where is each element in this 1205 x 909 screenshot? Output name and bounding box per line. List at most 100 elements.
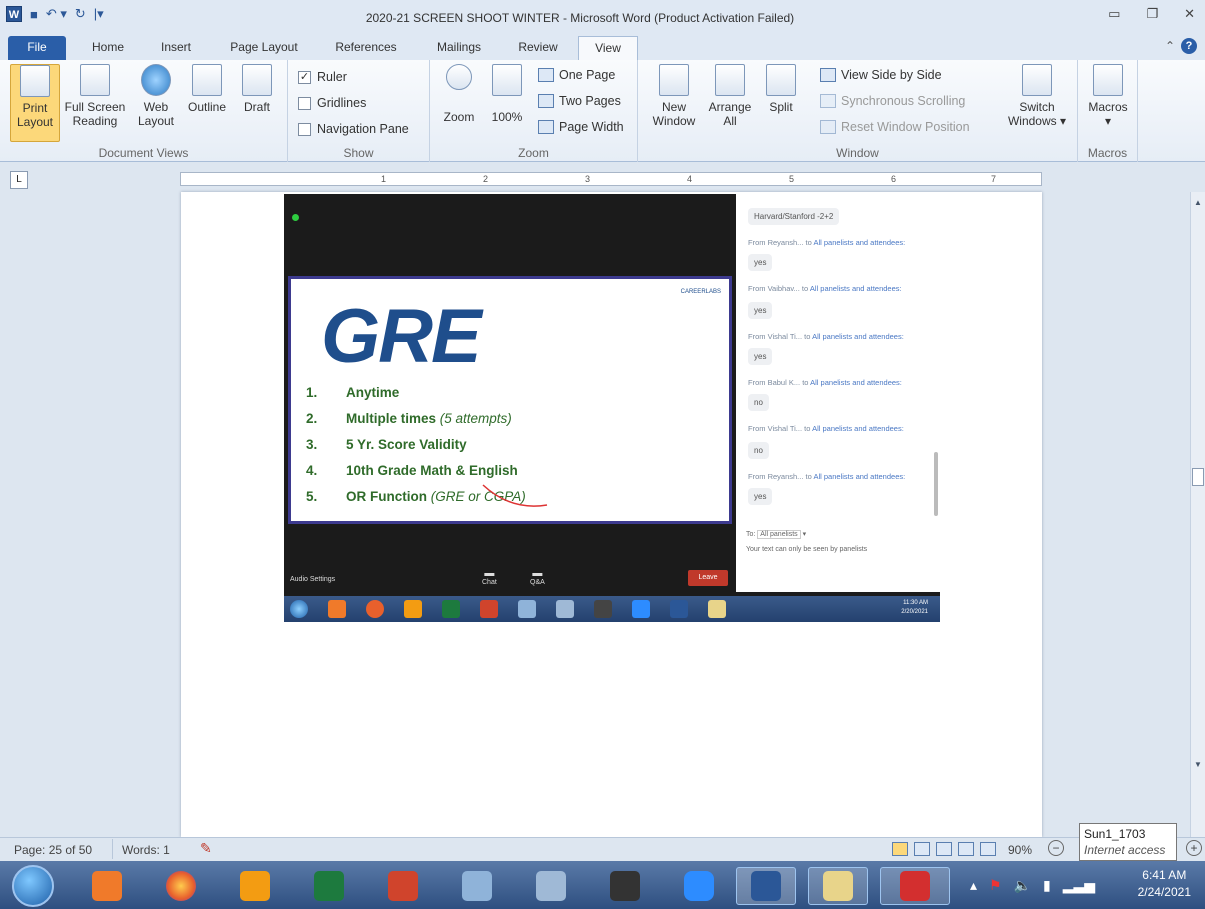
status-bar: Page: 25 of 50 Words: 1 ✎ 90% − + (0, 837, 1205, 861)
new-window-button[interactable]: New Window (644, 64, 704, 128)
switch-windows-button[interactable]: Switch Windows ▾ (1004, 64, 1070, 128)
collapse-ribbon-icon[interactable]: ⌃ (1165, 39, 1175, 53)
slide-title: GRE (321, 294, 482, 379)
zoom-icon (632, 600, 650, 618)
undo-icon[interactable]: ↶ ▾ (46, 6, 67, 22)
reset-window-position-button[interactable]: Reset Window Position (820, 120, 970, 134)
outline-button[interactable]: Outline (182, 64, 232, 114)
zoom-100-button[interactable]: 100% (486, 64, 528, 124)
group-document-views: Print Layout Full Screen Reading Web Lay… (0, 60, 288, 162)
redo-icon[interactable]: ↻ (75, 6, 86, 22)
scroll-thumb[interactable] (1192, 468, 1204, 486)
taskbar-powerpoint[interactable] (378, 867, 428, 905)
navigation-pane-checkbox[interactable]: Navigation Pane (298, 122, 409, 136)
calculator-icon (556, 600, 574, 618)
tab-insert[interactable]: Insert (146, 36, 206, 60)
taskbar-avast[interactable] (230, 867, 280, 905)
customize-qat-icon[interactable]: |▾ (94, 6, 104, 22)
tab-view[interactable]: View (578, 36, 638, 60)
minimize-icon[interactable]: ▭ (1108, 6, 1120, 22)
word-icon (751, 871, 781, 901)
vertical-scrollbar[interactable]: ▲ ▼ (1190, 192, 1205, 837)
start-button[interactable] (12, 865, 54, 907)
folder-icon (708, 600, 726, 618)
web-view-icon[interactable] (936, 842, 952, 856)
taskbar-media-player[interactable] (82, 867, 132, 905)
power-icon[interactable]: ▮ (1043, 877, 1051, 894)
system-clock[interactable]: 6:41 AM 2/24/2021 (1138, 867, 1191, 901)
restore-icon[interactable]: ❐ (1146, 6, 1158, 22)
zoom-level[interactable]: 90% (1008, 843, 1032, 857)
help-icon[interactable]: ? (1181, 38, 1197, 54)
scroll-up-icon[interactable]: ▲ (1194, 198, 1202, 207)
page-width-button[interactable]: Page Width (538, 120, 624, 134)
scroll-down-icon[interactable]: ▼ (1194, 760, 1202, 769)
chat-input-area[interactable]: To: All panelists ▾ Your text can only b… (736, 526, 940, 592)
word-count[interactable]: Words: 1 (122, 843, 170, 857)
excel-icon (314, 871, 344, 901)
network-icon[interactable]: ▂▃▅ (1063, 877, 1095, 894)
taskbar-acrobat[interactable] (880, 867, 950, 905)
switch-windows-icon (1022, 64, 1052, 96)
full-screen-reading-button[interactable]: Full Screen Reading (62, 64, 128, 128)
print-layout-button[interactable]: Print Layout (10, 64, 60, 142)
group-window: New Window Arrange All Split View Side b… (638, 60, 1078, 162)
arrange-all-button[interactable]: Arrange All (702, 64, 758, 128)
save-icon[interactable]: ■ (30, 7, 38, 22)
chat-panel: Harvard/Stanford -2+2 From Reyansh... to… (736, 194, 940, 526)
ruler-checkbox[interactable]: ✓ Ruler (298, 70, 347, 84)
outline-view-icon[interactable] (958, 842, 974, 856)
ribbon-tabs: File Home Insert Page Layout References … (0, 36, 1205, 60)
page-count[interactable]: Page: 25 of 50 (14, 843, 92, 857)
word-logo-icon[interactable]: W (6, 6, 22, 22)
flag-icon[interactable]: ⚑ (989, 877, 1002, 894)
proofing-icon[interactable]: ✎ (200, 840, 212, 857)
zoom-out-icon[interactable]: − (1048, 840, 1064, 856)
tab-mailings[interactable]: Mailings (422, 36, 496, 60)
split-button[interactable]: Split (760, 64, 802, 114)
tab-references[interactable]: References (322, 36, 410, 60)
tab-review[interactable]: Review (506, 36, 570, 60)
taskbar-scanner[interactable] (600, 867, 650, 905)
one-page-button[interactable]: One Page (538, 68, 615, 82)
draft-icon (242, 64, 272, 96)
qa-button[interactable]: ▬ Q&A (530, 568, 545, 586)
zoom-button[interactable]: Zoom (438, 64, 480, 124)
two-pages-button[interactable]: Two Pages (538, 94, 621, 108)
tab-selector-button[interactable]: L (10, 171, 28, 189)
taskbar-firefox[interactable] (156, 867, 206, 905)
taskbar-calculator[interactable] (526, 867, 576, 905)
chat-scrollbar[interactable] (934, 452, 938, 516)
tab-home[interactable]: Home (78, 36, 138, 60)
system-tray: ▴ ⚑ 🔈 ▮ ▂▃▅ (970, 877, 1095, 894)
web-layout-button[interactable]: Web Layout (132, 64, 180, 128)
volume-icon[interactable]: 🔈 (1014, 877, 1031, 894)
ribbon: Print Layout Full Screen Reading Web Lay… (0, 60, 1205, 162)
taskbar-excel[interactable] (304, 867, 354, 905)
gridlines-checkbox[interactable]: Gridlines (298, 96, 366, 110)
page-width-icon (538, 120, 554, 134)
reading-view-icon[interactable] (914, 842, 930, 856)
taskbar-word[interactable] (736, 867, 796, 905)
synchronous-scrolling-button[interactable]: Synchronous Scrolling (820, 94, 965, 108)
one-page-icon (538, 68, 554, 82)
app-icon (462, 871, 492, 901)
chat-button[interactable]: ▬ Chat (482, 568, 497, 586)
tab-page-layout[interactable]: Page Layout (218, 36, 310, 60)
taskbar-zoom[interactable] (674, 867, 724, 905)
zoom-in-icon[interactable]: + (1186, 840, 1202, 856)
horizontal-ruler[interactable]: 1 2 3 4 5 6 7 (180, 172, 1042, 186)
taskbar-folder[interactable] (808, 867, 868, 905)
print-layout-view-icon[interactable] (892, 842, 908, 856)
firefox-icon (166, 871, 196, 901)
view-side-by-side-button[interactable]: View Side by Side (820, 68, 942, 82)
macros-button[interactable]: Macros ▾ (1084, 64, 1132, 128)
slide-item: 3. 5 Yr. Score Validity (306, 437, 467, 452)
tab-file[interactable]: File (8, 36, 66, 60)
leave-button[interactable]: Leave (688, 570, 728, 586)
show-hidden-icons-icon[interactable]: ▴ (970, 877, 977, 894)
draft-view-icon[interactable] (980, 842, 996, 856)
draft-button[interactable]: Draft (234, 64, 280, 114)
close-icon[interactable]: ✕ (1184, 6, 1195, 22)
taskbar-app[interactable] (452, 867, 502, 905)
